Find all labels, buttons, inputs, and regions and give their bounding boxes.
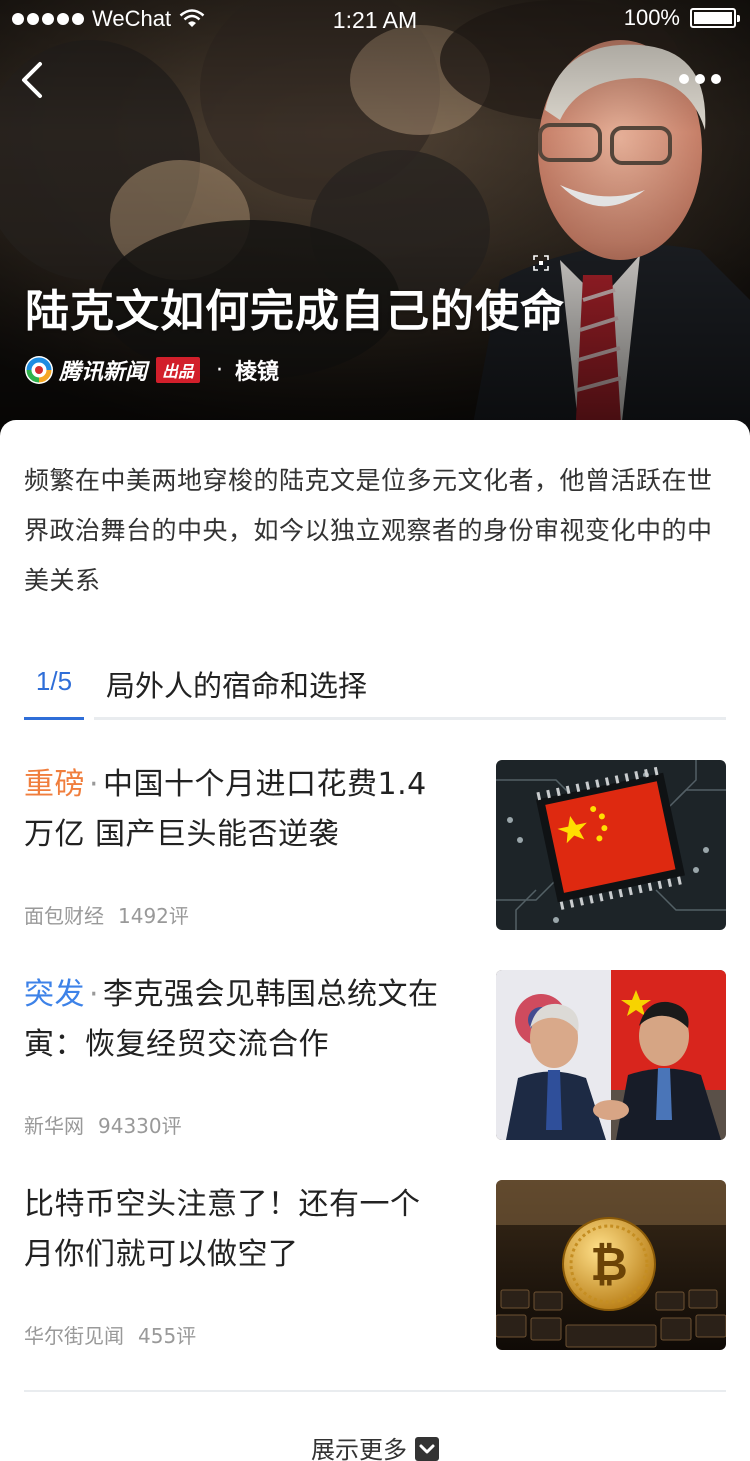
- news-headline: 比特币空头注意了！还有一个月你们就可以做空了: [24, 1187, 421, 1272]
- status-right: 100%: [623, 5, 740, 31]
- hero-meta: 腾讯新闻 出品 · 棱镜: [24, 354, 279, 386]
- chevron-down-icon: [415, 1437, 439, 1461]
- show-more-label: 展示更多: [311, 1436, 407, 1461]
- chapter-number: 1/5: [35, 666, 73, 696]
- hero-banner[interactable]: WeChat 1:21 AM 100% 陆克文如何完成自己的使命 腾讯新闻 出品…: [0, 0, 750, 440]
- news-comments: 1492评: [118, 904, 189, 928]
- news-source: 面包财经: [24, 904, 104, 928]
- back-button[interactable]: [14, 58, 50, 102]
- news-tag: 突发: [24, 977, 85, 1012]
- chapter-divider: [94, 717, 726, 720]
- scan-icon[interactable]: [533, 255, 549, 271]
- news-thumbnail: [496, 760, 726, 930]
- hero-title: 陆克文如何完成自己的使命: [25, 286, 565, 337]
- svg-text:₿: ₿: [590, 1237, 628, 1291]
- chapter-title: 局外人的宿命和选择: [106, 669, 368, 703]
- news-list: 重磅·中国十个月进口花费1.4万亿 国产巨头能否逆袭 面包财经 1492评: [24, 760, 726, 1390]
- news-comments: 455评: [138, 1324, 197, 1348]
- brand-tag: 出品: [156, 357, 201, 383]
- column-name[interactable]: 棱镜: [235, 354, 279, 386]
- list-divider: [24, 1390, 726, 1392]
- chip-flag-image: [496, 760, 726, 930]
- content-sheet: 频繁在中美两地穿梭的陆克文是位多元文化者，他曾活跃在世界政治舞台的中央，如今以独…: [0, 420, 750, 1461]
- more-button[interactable]: [676, 62, 724, 96]
- news-source: 华尔街见闻: [24, 1324, 124, 1348]
- more-dot: [679, 74, 689, 84]
- news-thumbnail: [496, 970, 726, 1140]
- news-item[interactable]: 重磅 · 中国十个月进口花费1.4万亿 国产巨头能否逆袭 面包财经 1492评: [24, 760, 726, 970]
- news-headline: 李克强会见韩国总统文在寅：恢复经贸交流合作: [24, 977, 439, 1062]
- news-item[interactable]: 突发 · 李克强会见韩国总统文在寅：恢复经贸交流合作 新华网 94330评: [24, 970, 726, 1180]
- chapter-tab[interactable]: 1/5 局外人的宿命和选择: [24, 658, 726, 720]
- news-title: 重磅 · 中国十个月进口花费1.4万亿 国产巨头能否逆袭: [24, 760, 444, 860]
- status-bar: WeChat 1:21 AM 100%: [0, 0, 750, 40]
- chapter-active-indicator: [24, 717, 84, 720]
- news-item[interactable]: 比特币空头注意了！还有一个月你们就可以做空了 华尔街见闻 455评 ₿: [24, 1180, 726, 1390]
- tencent-news-logo-icon: [25, 356, 53, 384]
- meta-separator: ·: [216, 357, 224, 383]
- show-more-button[interactable]: 展示更多: [0, 1430, 750, 1461]
- battery-icon: [690, 8, 740, 28]
- news-tag: 重磅: [24, 767, 85, 802]
- more-dot: [711, 74, 721, 84]
- article-summary: 频繁在中美两地穿梭的陆克文是位多元文化者，他曾活跃在世界政治舞台的中央，如今以独…: [24, 466, 713, 595]
- news-meta: 面包财经 1492评: [24, 900, 189, 929]
- brand-name: 腾讯新闻: [59, 360, 148, 385]
- bitcoin-image: ₿: [496, 1180, 726, 1350]
- news-comments: 94330评: [98, 1114, 182, 1138]
- more-dot: [695, 74, 705, 84]
- handshake-photo-image: [496, 970, 726, 1140]
- news-title: 比特币空头注意了！还有一个月你们就可以做空了: [24, 1180, 444, 1280]
- news-tag-separator: ·: [89, 977, 100, 1012]
- news-meta: 新华网 94330评: [24, 1110, 182, 1139]
- news-tag-separator: ·: [89, 767, 100, 802]
- news-meta: 华尔街见闻 455评: [24, 1320, 196, 1349]
- news-title: 突发 · 李克强会见韩国总统文在寅：恢复经贸交流合作: [24, 970, 444, 1070]
- news-thumbnail: ₿: [496, 1180, 726, 1350]
- news-source: 新华网: [24, 1114, 84, 1138]
- battery-percent: 100%: [623, 5, 680, 30]
